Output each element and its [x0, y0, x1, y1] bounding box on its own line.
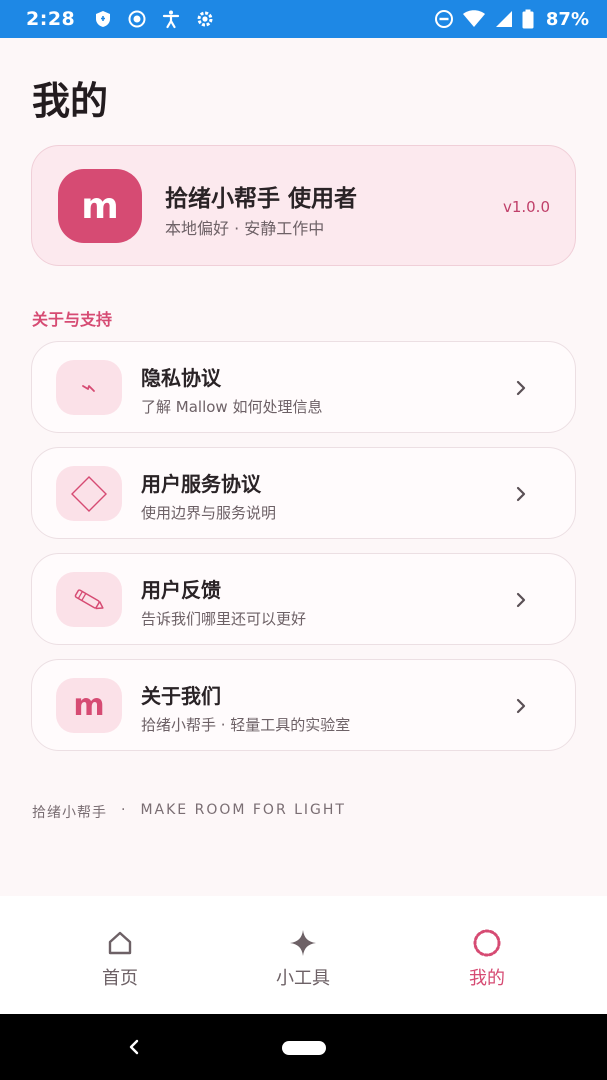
settings-icon [195, 9, 215, 29]
system-nav-bar [0, 1014, 607, 1080]
footer-brand-name: 拾绪小帮手 [32, 805, 107, 821]
menu-item-subtitle: 了解 Mallow 如何处理信息 [141, 398, 323, 416]
profile-card[interactable]: m 拾绪小帮手 使用者 本地偏好 · 安静工作中 v1.0.0 [31, 145, 576, 266]
tab-mine[interactable]: 我的 [427, 928, 547, 990]
chevron-right-icon [515, 380, 527, 396]
menu-item-about-us[interactable]: m 关于我们 拾绪小帮手 · 轻量工具的实验室 [31, 659, 576, 751]
signal-icon [494, 9, 514, 29]
home-icon [105, 928, 135, 958]
diamond-icon [56, 466, 122, 521]
status-time: 2:28 [26, 8, 76, 30]
menu-item-title: 隐私协议 [141, 366, 221, 390]
menu-item-title: 关于我们 [141, 684, 221, 708]
version-badge: v1.0.0 [502, 198, 550, 216]
section-title-about-support: 关于与支持 [32, 310, 113, 329]
m-letter: m [73, 688, 105, 723]
menu-item-subtitle: 拾绪小帮手 · 轻量工具的实验室 [141, 716, 351, 734]
battery-icon [522, 9, 534, 29]
lightning-icon [56, 360, 122, 415]
record-icon [127, 9, 147, 29]
status-system-icons: 87% [434, 9, 589, 30]
battery-percent: 87% [545, 8, 589, 30]
tab-label: 小工具 [276, 968, 330, 989]
m-letter-icon: m [56, 678, 122, 733]
menu-item-title: 用户服务协议 [141, 472, 261, 496]
chevron-right-icon [515, 592, 527, 608]
menu-item-feedback[interactable]: 用户反馈 告诉我们哪里还可以更好 [31, 553, 576, 645]
status-bar: 2:28 87% [0, 0, 607, 38]
page-title: 我的 [32, 79, 109, 123]
tab-home[interactable]: 首页 [60, 928, 180, 990]
footer-slogan: MAKE ROOM FOR LIGHT [140, 802, 346, 818]
pencil-icon [56, 572, 122, 627]
menu-item-title: 用户反馈 [141, 578, 221, 602]
profile-name: 拾绪小帮手 使用者 [165, 186, 358, 212]
chevron-right-icon [515, 486, 527, 502]
tab-label: 首页 [102, 968, 138, 989]
menu-item-subtitle: 使用边界与服务说明 [141, 504, 277, 522]
tab-tools[interactable]: 小工具 [243, 928, 363, 990]
footer-brand: 拾绪小帮手 · MAKE ROOM FOR LIGHT [32, 802, 346, 822]
menu-item-service-agreement[interactable]: 用户服务协议 使用边界与服务说明 [31, 447, 576, 539]
bottom-nav: 首页 小工具 我的 [0, 896, 607, 1014]
avatar: m [58, 169, 142, 243]
status-notification-icons [93, 9, 215, 29]
chevron-right-icon [515, 698, 527, 714]
back-icon[interactable] [126, 1038, 142, 1060]
home-pill-button[interactable] [282, 1041, 326, 1055]
shield-icon [93, 9, 113, 29]
menu-item-privacy-policy[interactable]: 隐私协议 了解 Mallow 如何处理信息 [31, 341, 576, 433]
accessibility-icon [161, 9, 181, 29]
wifi-icon [462, 9, 486, 29]
profile-subtitle: 本地偏好 · 安静工作中 [165, 219, 325, 238]
sparkle-icon [288, 928, 318, 958]
profile-ring-icon [472, 928, 502, 958]
dnd-icon [434, 9, 454, 29]
menu-item-subtitle: 告诉我们哪里还可以更好 [141, 610, 307, 628]
tab-label: 我的 [469, 968, 505, 989]
footer-separator: · [121, 802, 127, 818]
